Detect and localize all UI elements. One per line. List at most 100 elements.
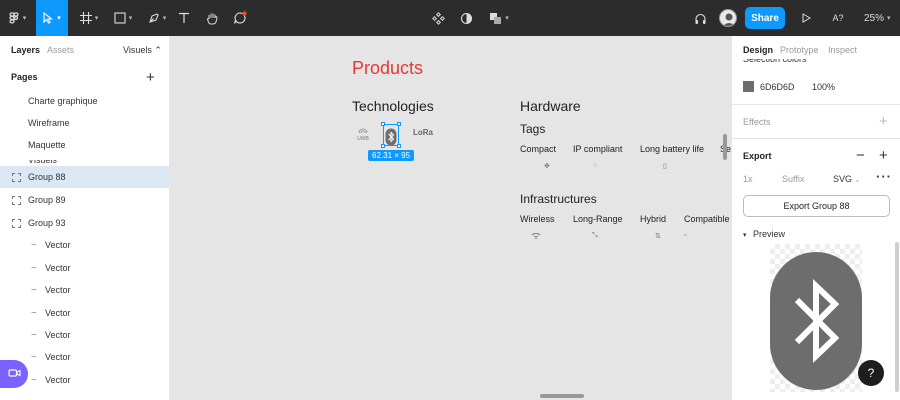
export-suffix-input[interactable]: Suffix	[782, 174, 804, 184]
layer-name: Group 93	[28, 218, 66, 228]
canvas-vertical-scrollbar[interactable]	[723, 134, 727, 160]
shape-tool-button[interactable]: ▾	[108, 0, 138, 36]
pen-icon	[148, 12, 160, 24]
layer-row[interactable]: ~ Vector	[0, 234, 169, 256]
play-icon	[801, 13, 811, 23]
export-preview	[770, 244, 862, 392]
zoom-dropdown[interactable]: 25% ▾	[864, 0, 891, 36]
group-icon	[12, 218, 21, 228]
color-hex[interactable]: 6D6D6D	[760, 82, 795, 92]
battery-icon: ▯	[663, 163, 667, 170]
user-avatar[interactable]	[719, 9, 737, 27]
selection-box[interactable]	[381, 122, 401, 148]
left-panel-tabs: Layers Assets Visuels ⌃	[0, 36, 169, 64]
add-effect-icon[interactable]: +	[879, 114, 888, 129]
move-tool-button[interactable]: ▾	[36, 0, 68, 36]
layer-row[interactable]: Group 93	[0, 212, 169, 234]
share-button[interactable]: Share	[745, 7, 785, 29]
add-export-icon[interactable]: +	[879, 148, 888, 163]
tab-assets[interactable]: Assets	[47, 45, 74, 55]
layer-row[interactable]: Group 88	[0, 166, 169, 188]
text-icon	[178, 12, 190, 24]
tab-prototype[interactable]: Prototype	[780, 45, 819, 55]
comment-tool-button[interactable]	[230, 0, 250, 36]
vector-icon: ~	[31, 239, 37, 251]
page-selector[interactable]: Visuels ⌃	[123, 45, 162, 56]
top-toolbar: ▾ ▾ ▾ ▾ ▾ ▾ Share A? 25% ▾	[0, 0, 900, 36]
tab-layers[interactable]: Layers	[11, 45, 40, 55]
page-item[interactable]: Maquette	[28, 140, 66, 150]
drop-icon: ◌	[593, 162, 598, 169]
help-button[interactable]: ?	[858, 360, 884, 386]
color-opacity[interactable]: 100%	[812, 82, 835, 92]
technologies-title: Technologies	[352, 98, 434, 114]
tab-inspect[interactable]: Inspect	[828, 45, 857, 55]
preview-toggle[interactable]: ▾ Preview	[743, 229, 785, 239]
preview-label: Preview	[753, 229, 786, 239]
layer-row[interactable]: ~ Vector	[0, 324, 169, 346]
tag-ip-compliant: IP compliant	[573, 144, 623, 154]
layer-name: Group 88	[28, 172, 66, 182]
present-button[interactable]	[799, 0, 813, 36]
export-group-button[interactable]: Export Group 88	[743, 195, 890, 217]
vector-icon: ~	[31, 307, 37, 319]
resize-handle[interactable]	[397, 144, 401, 148]
resize-handle[interactable]	[381, 144, 385, 148]
page-item[interactable]: Wireframe	[28, 118, 70, 128]
export-format-select[interactable]: SVG ⌄	[833, 174, 860, 184]
boolean-tool-button[interactable]: ▾	[486, 0, 512, 36]
resize-handle[interactable]	[397, 122, 401, 126]
tag-compact: Compact	[520, 144, 557, 154]
text-tool-button[interactable]	[176, 0, 192, 36]
remove-export-icon[interactable]: −	[856, 148, 865, 163]
tab-design[interactable]: Design	[743, 45, 773, 55]
infra-wireless: Wireless	[520, 214, 555, 224]
bluetooth-preview-icon	[770, 252, 862, 390]
layer-row[interactable]: ~ Vector	[0, 346, 169, 368]
pen-tool-button[interactable]: ▾	[142, 0, 172, 36]
layer-name: Group 89	[28, 195, 66, 205]
layer-row[interactable]: ~ Vector	[0, 302, 169, 324]
more-options-icon[interactable]: ···	[876, 169, 892, 184]
hand-tool-button[interactable]	[202, 0, 222, 36]
lora-icon: LoRa	[413, 128, 433, 137]
tags-title: Tags	[520, 122, 546, 136]
layer-name: Vector	[45, 330, 71, 340]
color-swatch[interactable]	[743, 81, 754, 92]
zoom-level: 25%	[864, 12, 885, 24]
effects-heading: Effects	[743, 117, 771, 127]
chevron-down-icon: ▾	[22, 15, 27, 22]
design-canvas[interactable]: Products Technologies UWB LoRa 62.31 × 9…	[171, 36, 731, 400]
infra-compatible: Compatible	[684, 214, 730, 224]
video-camera-icon	[7, 368, 21, 381]
boolean-icon	[489, 12, 502, 25]
canvas-horizontal-scrollbar[interactable]	[540, 394, 584, 398]
expand-icon: ⤡	[592, 232, 598, 239]
main-menu-button[interactable]: ▾	[0, 0, 34, 36]
divider	[732, 138, 900, 139]
frame-tool-button[interactable]: ▾	[74, 0, 104, 36]
camera-button[interactable]	[0, 360, 28, 388]
font-check-button[interactable]: A?	[829, 0, 847, 36]
layer-row[interactable]: ~ Vector	[0, 279, 169, 301]
component-tool-button[interactable]	[430, 0, 446, 36]
tag-long-battery-life: Long battery life	[640, 144, 705, 154]
export-format-value: SVG	[833, 174, 853, 184]
cursor-icon	[43, 12, 54, 24]
mask-tool-button[interactable]	[458, 0, 474, 36]
audio-button[interactable]	[690, 0, 710, 36]
layer-row[interactable]: Group 89	[0, 189, 169, 211]
add-page-icon[interactable]: +	[146, 70, 155, 85]
page-item[interactable]: Charte graphique	[28, 96, 98, 106]
divider	[732, 104, 900, 105]
export-heading: Export	[743, 151, 772, 161]
layer-row[interactable]: ~ Vector	[0, 257, 169, 279]
layer-name: Vector	[45, 375, 71, 385]
resize-handle[interactable]	[381, 122, 385, 126]
compatible-icon: ▫	[684, 232, 687, 239]
layer-name: Vector	[45, 263, 71, 273]
infrastructures-title: Infrastructures	[520, 192, 597, 206]
panel-scrollbar[interactable]	[895, 242, 899, 392]
export-scale[interactable]: 1x	[743, 174, 753, 184]
rectangle-icon	[114, 12, 126, 24]
